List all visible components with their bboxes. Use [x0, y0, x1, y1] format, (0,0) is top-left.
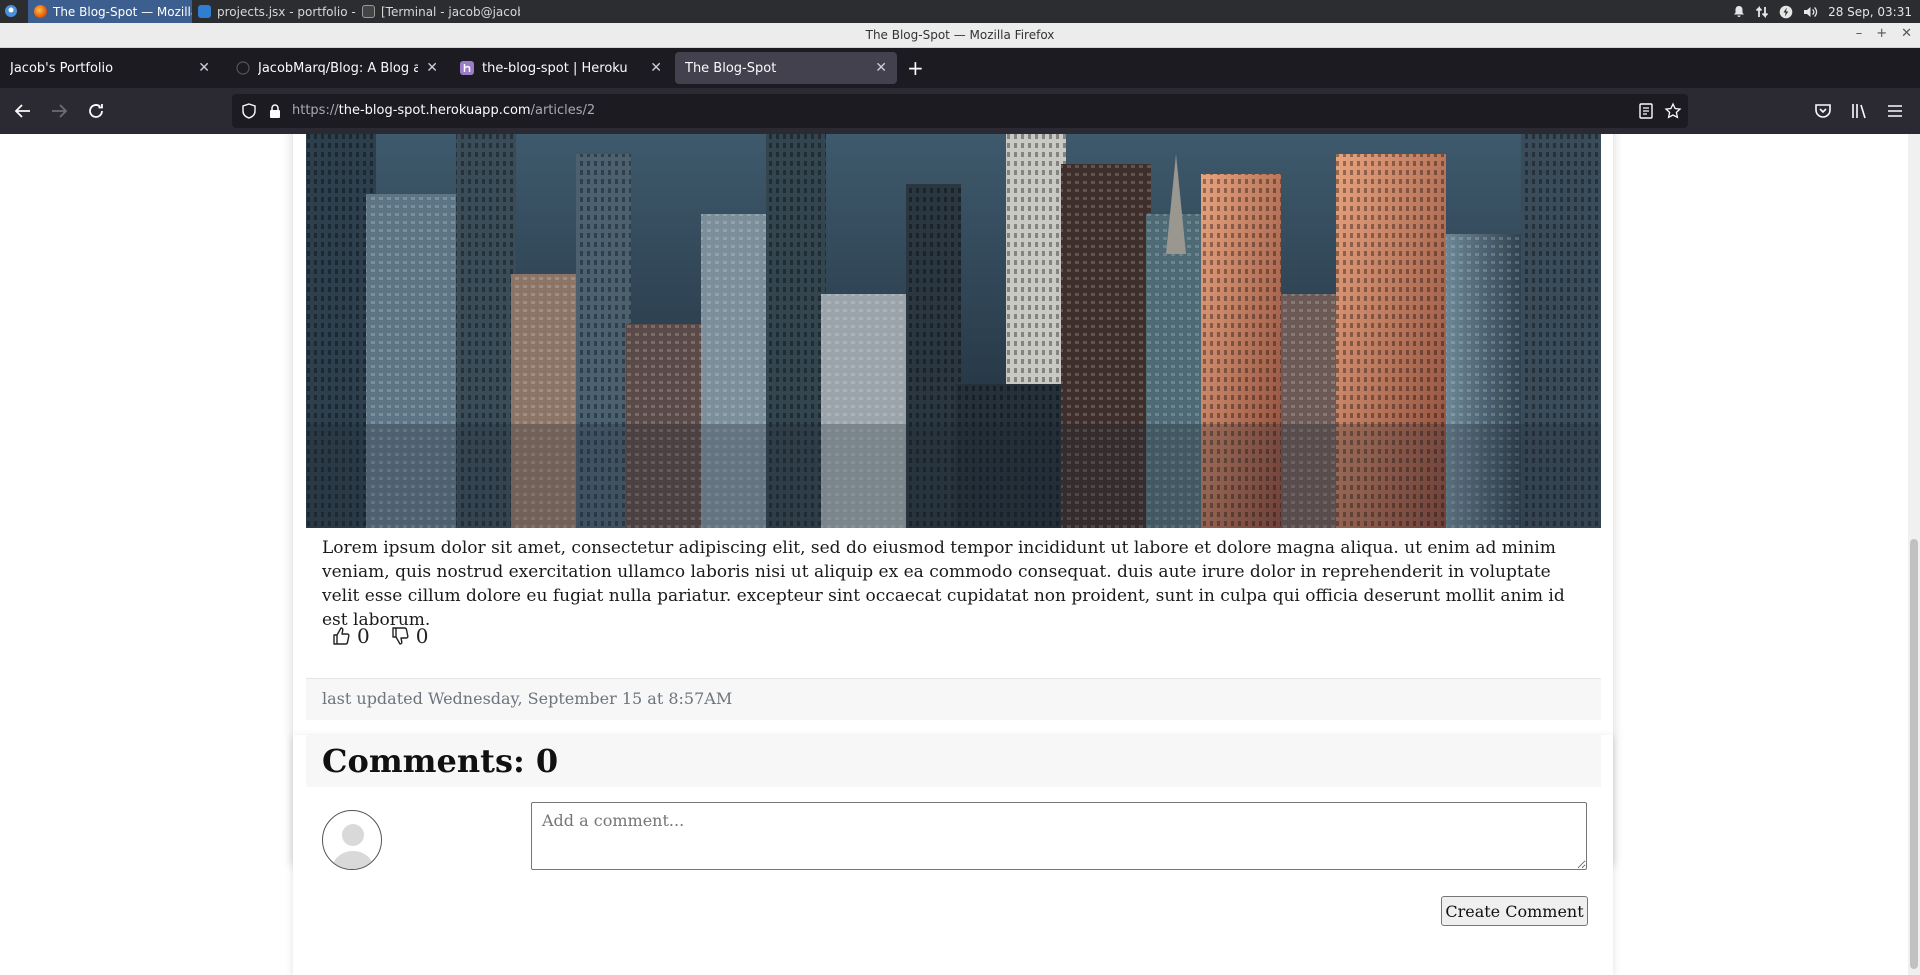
url-text[interactable]: https://the-blog-spot.herokuapp.com/arti…	[292, 103, 595, 118]
lock-icon[interactable]	[266, 102, 284, 120]
create-comment-button[interactable]: Create Comment	[1441, 896, 1588, 926]
city-skyline-image	[306, 134, 1601, 528]
article-hero-image	[306, 134, 1601, 528]
thumbs-down-icon	[392, 627, 409, 645]
bookmark-star-icon[interactable]	[1664, 102, 1682, 120]
library-icon[interactable]	[1848, 100, 1870, 122]
dislike-button[interactable]: 0	[390, 624, 429, 648]
url-bar[interactable]: https://the-blog-spot.herokuapp.com/arti…	[232, 94, 1688, 128]
heroku-icon	[460, 61, 474, 75]
close-window-icon[interactable]: ✕	[1901, 26, 1912, 41]
network-icon[interactable]	[1755, 5, 1769, 19]
volume-icon[interactable]	[1803, 5, 1818, 19]
tab-github-blog[interactable]: JacobMarq/Blog: A Blog app o ✕	[226, 52, 448, 84]
tab-jacobs-portfolio[interactable]: Jacob's Portfolio ✕	[0, 52, 220, 84]
user-avatar-icon	[331, 824, 375, 869]
article-body-text: Lorem ipsum dolor sit amet, consectetur …	[322, 538, 1565, 630]
maximize-icon[interactable]: +	[1876, 26, 1887, 41]
close-tab-icon[interactable]: ✕	[875, 60, 887, 76]
last-updated-text: last updated Wednesday, September 15 at …	[322, 689, 733, 708]
power-icon[interactable]	[1779, 5, 1793, 19]
notification-bell-icon[interactable]	[1733, 5, 1745, 18]
close-tab-icon[interactable]: ✕	[198, 60, 210, 76]
firefox-icon	[34, 5, 47, 18]
avatar	[322, 810, 382, 870]
github-icon	[236, 61, 250, 75]
page-viewport: Lorem ipsum dolor sit amet, consectetur …	[0, 134, 1920, 975]
close-tab-icon[interactable]: ✕	[650, 60, 662, 76]
dislike-count: 0	[415, 624, 429, 648]
like-button[interactable]: 0	[331, 624, 370, 648]
tab-heroku[interactable]: the-blog-spot | Heroku ✕	[450, 52, 672, 84]
new-tab-icon[interactable]: +	[907, 56, 924, 80]
comments-header: Comments: 0	[306, 735, 1601, 787]
minimize-icon[interactable]: –	[1856, 26, 1863, 41]
back-icon[interactable]	[12, 100, 34, 122]
close-tab-icon[interactable]: ✕	[426, 60, 438, 76]
tab-bar: Jacob's Portfolio ✕ JacobMarq/Blog: A Bl…	[0, 48, 1920, 88]
shield-icon[interactable]	[240, 102, 258, 120]
os-taskbar: The Blog-Spot — Mozilla Fire... projects…	[0, 0, 1920, 23]
forward-icon[interactable]	[48, 100, 70, 122]
taskbar-item-terminal[interactable]: [Terminal - jacob@jacob-Virt...	[356, 0, 520, 23]
reader-view-icon[interactable]	[1637, 102, 1655, 120]
reaction-bar: 0 0	[331, 624, 428, 648]
app-menu-icon[interactable]	[4, 4, 18, 18]
comments-title: Comments: 0	[322, 742, 559, 780]
terminal-icon	[362, 5, 375, 18]
taskbar-item-vscode[interactable]: projects.jsx - portfolio - Visua...	[192, 0, 356, 23]
hamburger-menu-icon[interactable]	[1884, 100, 1906, 122]
vscode-icon	[198, 5, 211, 18]
navigation-toolbar: https://the-blog-spot.herokuapp.com/arti…	[0, 88, 1920, 134]
like-count: 0	[357, 624, 370, 648]
clock[interactable]: 28 Sep, 03:31	[1828, 5, 1912, 19]
pocket-icon[interactable]	[1812, 100, 1834, 122]
system-tray: 28 Sep, 03:31	[1733, 0, 1912, 23]
taskbar-item-firefox[interactable]: The Blog-Spot — Mozilla Fire...	[28, 0, 192, 23]
article-footer: last updated Wednesday, September 15 at …	[306, 678, 1601, 720]
scrollbar-thumb[interactable]	[1910, 539, 1918, 969]
window-titlebar: The Blog-Spot — Mozilla Firefox – + ✕	[0, 23, 1920, 48]
page-scrollbar[interactable]	[1908, 134, 1920, 975]
comments-section: Comments: 0 Create Comment	[293, 735, 1613, 975]
tab-the-blog-spot[interactable]: The Blog-Spot ✕	[675, 52, 897, 84]
reload-icon[interactable]	[85, 100, 107, 122]
thumbs-up-icon	[333, 627, 350, 645]
comment-input[interactable]	[531, 802, 1587, 870]
window-title: The Blog-Spot — Mozilla Firefox	[865, 28, 1055, 42]
